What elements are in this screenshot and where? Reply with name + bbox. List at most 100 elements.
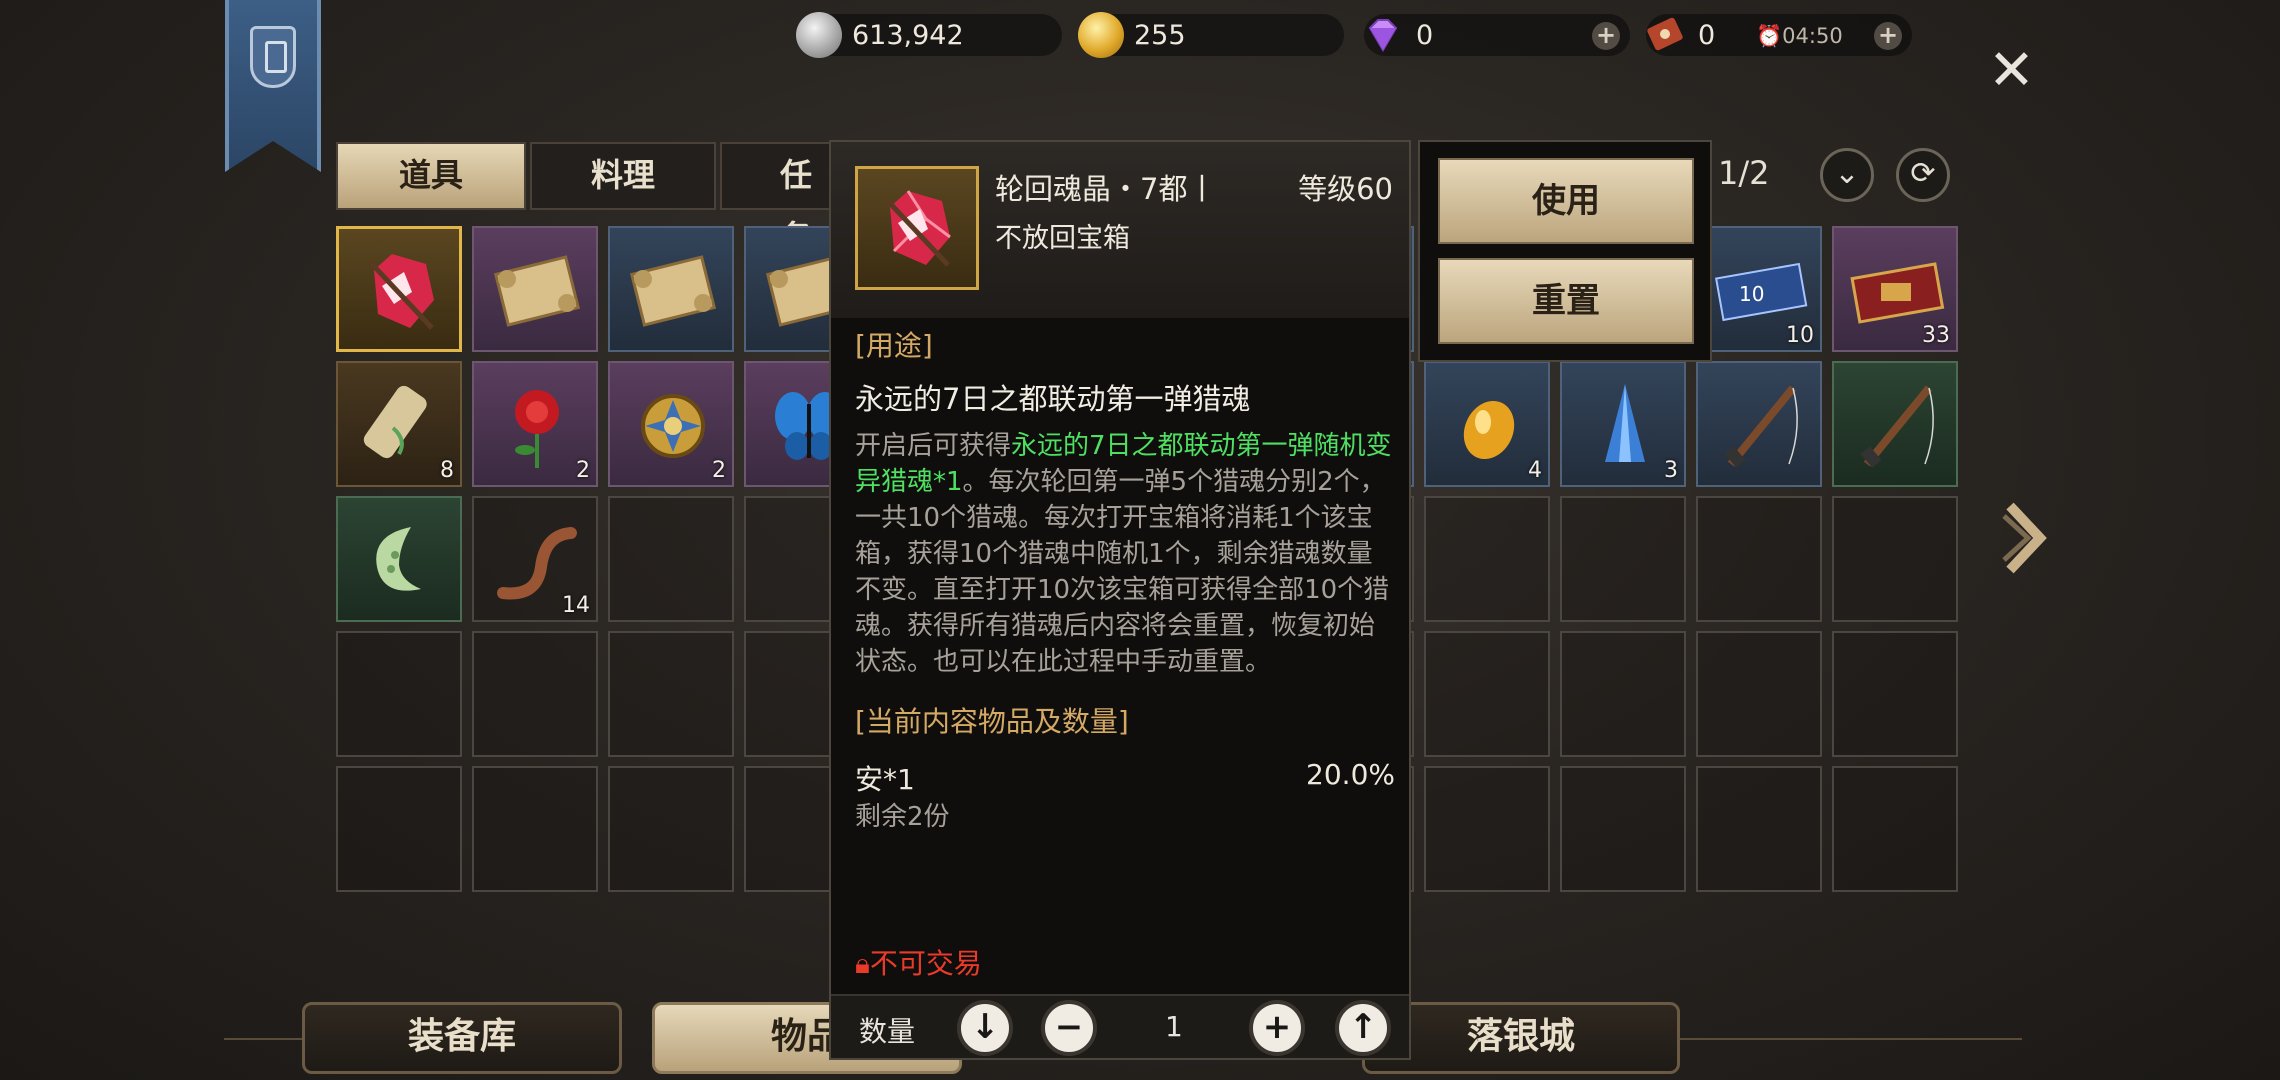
currency-silver: 613,942 bbox=[796, 12, 1062, 58]
inventory-slot-empty[interactable] bbox=[608, 496, 734, 622]
inventory-slot-fishing-rod[interactable] bbox=[1832, 361, 1958, 487]
plus-icon[interactable]: + bbox=[1249, 1000, 1305, 1056]
desc-text: 。每次轮回第一弹5个猎魂分别2个，一共10个猎魂。每次打开宝箱将消耗1个该宝箱，… bbox=[855, 467, 1390, 677]
action-panel: 使用 重置 bbox=[1418, 140, 1712, 362]
inventory-slot-red-ticket[interactable]: 33 bbox=[1832, 226, 1958, 352]
usage-description: 开启后可获得永远的7日之都联动第一弹随机变异猎魂*1。每次轮回第一弹5个猎魂分别… bbox=[855, 428, 1395, 680]
shield-emblem-icon bbox=[250, 26, 296, 88]
tab-cooking[interactable]: 料理 bbox=[530, 142, 716, 210]
ticket-icon bbox=[1647, 17, 1683, 51]
green-larva-icon bbox=[376, 527, 421, 591]
inventory-slot-empty[interactable] bbox=[472, 631, 598, 757]
silver-amount: 613,942 bbox=[852, 20, 964, 51]
item-tooltip: 轮回魂晶・7都丨 等级60 不放回宝箱 [用途] 永远的7日之都联动第一弹猎魂 … bbox=[829, 140, 1411, 1060]
add-diamond-button[interactable]: + bbox=[1592, 22, 1620, 50]
minus-icon[interactable]: − bbox=[1041, 1000, 1097, 1056]
scroll-icon bbox=[363, 385, 427, 459]
inventory-slot-medal[interactable]: 2 bbox=[608, 361, 734, 487]
nav-equipment[interactable]: 装备库 bbox=[302, 1002, 622, 1074]
inventory-slot-empty[interactable] bbox=[1696, 631, 1822, 757]
currency-diamond: 0 + bbox=[1364, 14, 1630, 56]
arrow-down-icon[interactable]: ↓ bbox=[957, 1000, 1013, 1056]
inventory-slot-empty[interactable] bbox=[1424, 631, 1550, 757]
add-ticket-button[interactable]: + bbox=[1874, 22, 1902, 50]
gold-amount: 255 bbox=[1134, 20, 1186, 51]
inventory-slot-empty[interactable] bbox=[336, 766, 462, 892]
inventory-slot-empty[interactable] bbox=[1560, 496, 1686, 622]
inventory-slot-blue-cone[interactable]: 3 bbox=[1560, 361, 1686, 487]
inventory-slot-treasure-map[interactable] bbox=[608, 226, 734, 352]
use-button[interactable]: 使用 bbox=[1438, 158, 1694, 244]
inventory-slot-treasure-map[interactable] bbox=[472, 226, 598, 352]
inventory-slot-empty[interactable] bbox=[336, 631, 462, 757]
crystal-icon bbox=[884, 190, 951, 267]
item-count: 10 bbox=[1786, 323, 1814, 348]
item-count: 14 bbox=[562, 593, 590, 618]
tooltip-header: 轮回魂晶・7都丨 等级60 不放回宝箱 bbox=[831, 142, 1409, 318]
inventory-slot-rebirth-crystal[interactable] bbox=[336, 226, 462, 352]
item-name: 轮回魂晶・7都丨 bbox=[995, 172, 1217, 206]
ticket-amount: 0 bbox=[1698, 20, 1716, 51]
quantity-value: 1 bbox=[1165, 1010, 1183, 1043]
svg-text:10: 10 bbox=[1739, 282, 1764, 306]
inventory-slot-amber[interactable]: 4 bbox=[1424, 361, 1550, 487]
inventory-slot-rose[interactable]: 2 bbox=[472, 361, 598, 487]
content-percent: 20.0% bbox=[1306, 758, 1395, 791]
refresh-icon[interactable]: ⟳ bbox=[1896, 148, 1950, 202]
inventory-slot-empty[interactable] bbox=[1832, 766, 1958, 892]
fishing-rod-icon bbox=[1860, 385, 1934, 468]
item-count: 3 bbox=[1664, 458, 1678, 483]
inventory-slot-empty[interactable] bbox=[1560, 631, 1686, 757]
inventory-slot-empty[interactable] bbox=[1424, 766, 1550, 892]
timer-value: 04:50 bbox=[1782, 24, 1843, 48]
item-count: 2 bbox=[712, 458, 726, 483]
tab-quest[interactable]: 任务 bbox=[720, 142, 840, 256]
arrow-up-icon[interactable]: ↑ bbox=[1335, 1000, 1391, 1056]
lock-icon: 🔒︎ bbox=[855, 947, 870, 980]
untradable-text: 不可交易 bbox=[869, 947, 982, 980]
treasure-map-icon bbox=[493, 255, 581, 327]
item-count: 4 bbox=[1528, 458, 1542, 483]
reset-button[interactable]: 重置 bbox=[1438, 258, 1694, 344]
inventory-slot-green-larva[interactable] bbox=[336, 496, 462, 622]
item-count: 33 bbox=[1922, 323, 1950, 348]
untradable-label: 🔒︎不可交易 bbox=[855, 942, 982, 982]
item-count: 2 bbox=[576, 458, 590, 483]
tooltip-body: [用途] 永远的7日之都联动第一弹猎魂 开启后可获得永远的7日之都联动第一弹随机… bbox=[855, 324, 1395, 833]
quantity-label: 数量 bbox=[859, 1015, 916, 1048]
inventory-slot-empty[interactable] bbox=[1424, 496, 1550, 622]
medal-icon bbox=[641, 394, 705, 458]
currency-ticket: 0 ⏰04:50 + bbox=[1646, 14, 1912, 56]
item-level: 等级60 bbox=[1298, 172, 1393, 206]
inventory-slot-ticket-10[interactable]: 10 10 bbox=[1696, 226, 1822, 352]
inventory-slot-empty[interactable] bbox=[1832, 496, 1958, 622]
amber-icon bbox=[1463, 400, 1515, 460]
next-page-arrow-icon[interactable] bbox=[2002, 498, 2052, 578]
inventory-slot-empty[interactable] bbox=[1696, 766, 1822, 892]
tab-items[interactable]: 道具 bbox=[336, 142, 526, 210]
divider bbox=[1676, 1038, 2022, 1040]
rose-icon bbox=[515, 390, 559, 468]
inventory-slot-empty[interactable] bbox=[1832, 631, 1958, 757]
inventory-slot-empty[interactable] bbox=[1696, 496, 1822, 622]
usage-header: [用途] bbox=[855, 329, 933, 362]
inventory-slot-empty[interactable] bbox=[1560, 766, 1686, 892]
content-row: 安*1 20.0% bbox=[855, 758, 1395, 796]
inventory-slot-empty[interactable] bbox=[608, 766, 734, 892]
diamond-amount: 0 bbox=[1416, 20, 1434, 51]
inventory-slot-fishing-rod[interactable] bbox=[1696, 361, 1822, 487]
rebirth-crystal-icon bbox=[855, 166, 979, 290]
currency-gold: 255 bbox=[1078, 12, 1344, 58]
inventory-slot-empty[interactable] bbox=[472, 766, 598, 892]
close-icon[interactable]: ✕ bbox=[1988, 38, 2035, 103]
inventory-slot-worm[interactable]: 14 bbox=[472, 496, 598, 622]
content-item: 安*1 bbox=[855, 763, 915, 796]
content-header: [当前内容物品及数量] bbox=[855, 705, 1129, 738]
chevron-down-icon[interactable]: ⌄ bbox=[1820, 148, 1874, 202]
usage-title: 永远的7日之都联动第一弹猎魂 bbox=[855, 382, 1251, 416]
divider bbox=[224, 1038, 304, 1040]
inventory-slot-scroll[interactable]: 8 bbox=[336, 361, 462, 487]
treasure-map-icon bbox=[629, 255, 717, 327]
inventory-slot-empty[interactable] bbox=[608, 631, 734, 757]
diamond-icon bbox=[1368, 19, 1398, 52]
